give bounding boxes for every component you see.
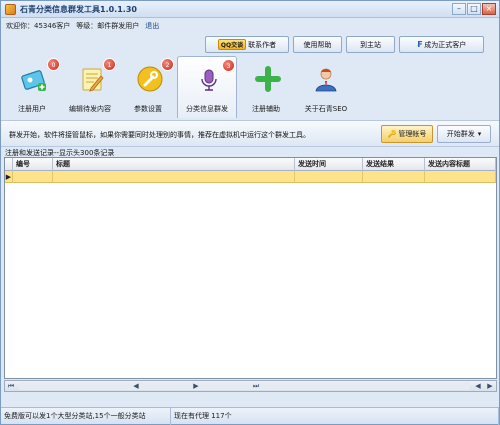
person-icon [315,68,337,92]
scroll-left-button[interactable]: ◀ [472,381,484,391]
currency-icon: ₣ [416,40,423,49]
license-status: 免费版可以发1个大型分类站,15个一般分类站 [1,408,171,425]
table-row[interactable]: ▶ [5,171,496,183]
nav-label: 参数设置 [134,105,162,113]
start-send-label: 开始群发 [446,130,475,138]
navigator-buttons: ◀ ▶ ⏭ [130,381,262,391]
contact-author-button[interactable]: QQ交谈 联系作者 [205,36,289,53]
start-send-button[interactable]: 开始群发 ▾ [437,125,491,143]
manage-accounts-label: 管理帐号 [398,130,427,138]
microphone-icon [201,69,217,91]
logout-link[interactable]: 退出 [145,21,159,31]
welcome-text: 欢迎你：45346客户 [6,22,71,30]
table-cell[interactable] [53,171,295,183]
prev-record-button[interactable]: ◀ [130,381,142,391]
column-header-id[interactable]: 编号 [13,158,53,171]
table-cell[interactable] [363,171,425,183]
nav-register-assist[interactable]: 注册辅助 [237,56,295,118]
scroll-right-button[interactable]: ▶ [484,381,496,391]
nav-register-user[interactable]: 0 注册用户 [3,56,61,118]
current-row-marker-icon: ▶ [5,171,13,183]
wrench-icon [137,66,163,92]
help-button[interactable]: 使用帮助 [293,36,342,53]
grid-header: 编号 标题 发送时间 发送结果 发送内容标题 [5,158,496,171]
nav-classified-send[interactable]: 3 分类信息群发 [177,56,237,118]
user-card-icon [21,70,46,91]
step-badge-0: 0 [47,58,60,71]
step-badge-3: 3 [222,59,235,72]
next-record-button[interactable]: ▶ [190,381,202,391]
dropdown-arrow-icon: ▾ [477,130,482,138]
step-badge-2: 2 [161,58,174,71]
status-bar: 免费版可以发1个大型分类站,15个一般分类站 现在有代理 117个 [1,407,499,425]
qq-chat-icon: QQ交谈 [217,39,247,50]
window-controls: – □ × [452,3,496,15]
nav-settings[interactable]: 2 参数设置 [119,56,177,118]
plus-icon [255,66,281,92]
minimize-button[interactable]: – [452,3,466,15]
grid-navigator: ⏮ ◀ ▶ ⏭ ◀ ▶ [4,380,497,392]
app-window: 石青分类信息群发工具1.0.1.30 – □ × 欢迎你：45346客户 等级：… [0,0,500,425]
top-buttons: QQ交谈 联系作者 使用帮助 到主站 ₣ 成为正式客户 [205,36,484,53]
first-record-button[interactable]: ⏮ [5,381,17,391]
table-cell[interactable] [13,171,53,183]
table-cell[interactable] [425,171,496,183]
app-logo-icon [5,4,16,15]
row-indicator-header [5,158,13,171]
nav-label: 注册辅助 [252,105,280,113]
close-button[interactable]: × [482,3,496,15]
step-badge-1: 1 [103,58,116,71]
title-bar: 石青分类信息群发工具1.0.1.30 – □ × [1,1,499,18]
user-level: 等级：邮件群发用户 [76,22,140,30]
main-nav: 0 注册用户 1 编辑待发内容 2 参数设置 3 分类信息群发 注册辅助 关于石… [1,56,499,118]
table-cell[interactable] [295,171,363,183]
window-title: 石青分类信息群发工具1.0.1.30 [20,5,137,14]
become-customer-label: 成为正式客户 [424,40,467,49]
user-info: 欢迎你：45346客户 等级：邮件群发用户 退出 [6,21,159,31]
nav-label: 编辑待发内容 [69,105,111,113]
maximize-button[interactable]: □ [467,3,481,15]
send-info-text: 群发开始，软件将接管鼠标，如果你需要同时处理别的事情，推荐在虚拟机中运行这个群发… [9,131,310,139]
home-site-button[interactable]: 到主站 [346,36,395,53]
key-icon: 🔑 [387,130,397,138]
nav-label: 注册用户 [18,105,46,113]
become-customer-button[interactable]: ₣ 成为正式客户 [399,36,484,53]
column-header-content-title[interactable]: 发送内容标题 [425,158,496,171]
proxy-status: 现在有代理 117个 [171,408,499,425]
column-header-title[interactable]: 标题 [53,158,295,171]
records-grid[interactable]: 编号 标题 发送时间 发送结果 发送内容标题 ▶ [4,157,497,379]
column-header-send-time[interactable]: 发送时间 [295,158,363,171]
nav-about[interactable]: 关于石青SEO [295,56,357,118]
nav-edit-content[interactable]: 1 编辑待发内容 [61,56,119,118]
manage-accounts-button[interactable]: 🔑 管理帐号 [381,125,433,143]
nav-label: 分类信息群发 [186,105,228,113]
nav-label: 关于石青SEO [304,105,348,113]
edit-note-icon [82,68,104,92]
column-header-send-result[interactable]: 发送结果 [363,158,425,171]
contact-author-label: 联系作者 [248,40,277,49]
last-record-button[interactable]: ⏭ [250,381,262,391]
action-toolbar: 群发开始，软件将接管鼠标，如果你需要同时处理别的事情，推荐在虚拟机中运行这个群发… [1,120,499,147]
